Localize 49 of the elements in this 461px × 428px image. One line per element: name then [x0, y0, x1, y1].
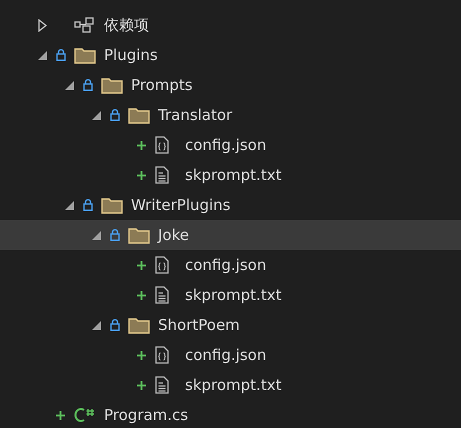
json-file-icon: [155, 256, 169, 274]
tree-row[interactable]: WriterPlugins: [0, 190, 461, 220]
text-file-icon: [155, 286, 169, 304]
csharp-file-icon: [74, 407, 96, 423]
tree-row[interactable]: 依赖项: [0, 10, 461, 40]
tree-item-label: skprompt.txt: [185, 166, 282, 184]
expand-arrow-icon[interactable]: [92, 230, 101, 240]
dependencies-icon: [74, 17, 94, 33]
expand-arrow-icon[interactable]: [38, 50, 47, 60]
tree-row[interactable]: config.json: [0, 130, 461, 160]
tree-item-label: Joke: [158, 226, 189, 244]
expand-arrow-icon[interactable]: [92, 320, 101, 330]
folder-icon: [74, 46, 96, 64]
json-file-icon: [155, 136, 169, 154]
folder-icon: [128, 316, 150, 334]
tree-row[interactable]: Plugins: [0, 40, 461, 70]
expand-arrow-icon[interactable]: [92, 110, 101, 120]
tree-row[interactable]: Program.cs: [0, 400, 461, 428]
expand-arrow-icon[interactable]: [65, 200, 74, 210]
tree-row[interactable]: Joke: [0, 220, 461, 250]
text-file-icon: [155, 376, 169, 394]
expand-arrow-icon[interactable]: [65, 80, 74, 90]
tree-row[interactable]: skprompt.txt: [0, 160, 461, 190]
tree-item-label: ShortPoem: [158, 316, 240, 334]
tree-item-label: WriterPlugins: [131, 196, 230, 214]
tree-item-label: Plugins: [104, 46, 158, 64]
folder-icon: [128, 106, 150, 124]
collapse-arrow-icon[interactable]: [38, 18, 47, 32]
folder-icon: [101, 196, 123, 214]
tree-item-label: Program.cs: [104, 406, 188, 424]
tree-row[interactable]: skprompt.txt: [0, 280, 461, 310]
tree-item-label: config.json: [185, 346, 266, 364]
tree-item-label: config.json: [185, 256, 266, 274]
tree-row[interactable]: config.json: [0, 340, 461, 370]
tree-row[interactable]: Prompts: [0, 70, 461, 100]
tree-row[interactable]: skprompt.txt: [0, 370, 461, 400]
tree-item-label: 依赖项: [104, 16, 149, 34]
tree-item-label: skprompt.txt: [185, 286, 282, 304]
tree-item-label: config.json: [185, 136, 266, 154]
tree-item-label: Translator: [158, 106, 232, 124]
text-file-icon: [155, 166, 169, 184]
folder-icon: [128, 226, 150, 244]
tree-item-label: skprompt.txt: [185, 376, 282, 394]
folder-icon: [101, 76, 123, 94]
tree-item-label: Prompts: [131, 76, 193, 94]
json-file-icon: [155, 346, 169, 364]
tree-row[interactable]: config.json: [0, 250, 461, 280]
tree-row[interactable]: Translator: [0, 100, 461, 130]
tree-row[interactable]: ShortPoem: [0, 310, 461, 340]
